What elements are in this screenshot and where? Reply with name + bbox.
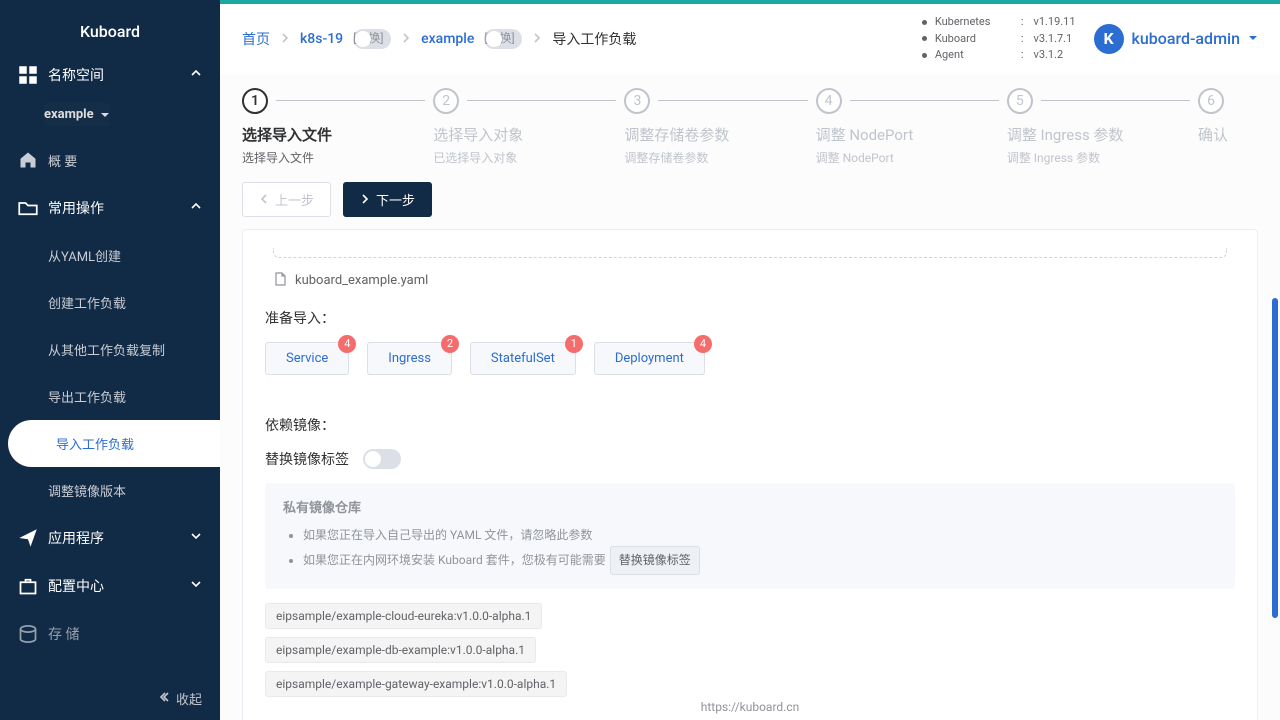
- breadcrumb-cluster[interactable]: k8s-19: [300, 31, 343, 47]
- menu-label: 应用程序: [48, 528, 104, 548]
- folder-icon: [18, 198, 38, 218]
- user-name: kuboard-admin: [1132, 29, 1240, 48]
- content: 1 选择导入文件 选择导入文件 2 选择导入对象 已选择导入对象 3 调整存储卷…: [220, 74, 1280, 720]
- menu-yaml-create[interactable]: 从YAML创建: [0, 232, 220, 279]
- tag-ingress[interactable]: Ingress2: [367, 342, 452, 375]
- menu-common-ops[interactable]: 常用操作: [0, 184, 220, 232]
- resource-tags: Service4 Ingress2 StatefulSet1 Deploymen…: [265, 342, 1235, 375]
- briefcase-icon: [18, 576, 38, 596]
- menu-label: 名称空间: [48, 65, 104, 85]
- image-tag: eipsample/example-cloud-eureka:v1.0.0-al…: [265, 603, 542, 629]
- sidebar: Kuboard 名称空间 example 概 要 常用操作 从YAML创建 创建…: [0, 0, 220, 720]
- sidebar-collapse[interactable]: 收起: [0, 677, 220, 720]
- avatar: K: [1094, 24, 1124, 54]
- menu-apps[interactable]: 应用程序: [0, 514, 220, 562]
- database-icon: [18, 624, 38, 644]
- tag-statefulset[interactable]: StatefulSet1: [470, 342, 576, 375]
- send-icon: [18, 528, 38, 548]
- menu-label: 配置中心: [48, 576, 104, 596]
- chevron-down-icon: [190, 530, 202, 546]
- badge: 1: [565, 335, 583, 353]
- next-button[interactable]: 下一步: [343, 182, 432, 217]
- badge: 4: [338, 335, 356, 353]
- tag-deployment[interactable]: Deployment4: [594, 342, 705, 375]
- menu-storage[interactable]: 存 储: [0, 610, 220, 658]
- namespace-selector[interactable]: example: [44, 103, 110, 126]
- breadcrumb-home[interactable]: 首页: [242, 29, 270, 49]
- info-title: 私有镜像仓库: [283, 497, 1217, 516]
- grid-icon: [18, 65, 38, 85]
- menu-import-workload[interactable]: 导入工作负载: [8, 420, 220, 467]
- chevron-down-icon: [190, 578, 202, 594]
- chevron-right-icon: [532, 31, 542, 47]
- breadcrumb-namespace[interactable]: example: [421, 31, 474, 47]
- main: 首页 k8s-19 [切换] example [切换] 导入工作负载 Kuber…: [220, 0, 1280, 720]
- menu-overview[interactable]: 概 要: [0, 136, 220, 184]
- menu-namespace-group[interactable]: 名称空间: [0, 51, 220, 99]
- version-info: Kubernetes:v1.19.11 Kuboard:v3.1.7.1 Age…: [922, 14, 1076, 64]
- menu-copy-workload[interactable]: 从其他工作负载复制: [0, 326, 220, 373]
- document-icon: [273, 272, 287, 290]
- scrollbar[interactable]: [1272, 298, 1278, 638]
- depend-label: 依赖镜像：: [265, 415, 1235, 435]
- collapse-icon: [158, 691, 170, 707]
- private-registry-info: 私有镜像仓库 如果您正在导入自己导出的 YAML 文件，请忽略此参数 如果您正在…: [265, 483, 1235, 590]
- home-icon: [18, 150, 38, 170]
- tag-service[interactable]: Service4: [265, 342, 349, 375]
- step-2: 2 选择导入对象 已选择导入对象: [433, 88, 624, 166]
- wizard-steps: 1 选择导入文件 选择导入文件 2 选择导入对象 已选择导入对象 3 调整存储卷…: [242, 88, 1258, 166]
- badge: 4: [694, 335, 712, 353]
- step-6: 6 确认: [1198, 88, 1258, 145]
- menu-label: 概 要: [48, 151, 77, 170]
- replace-image-toggle[interactable]: [363, 449, 401, 469]
- breadcrumb: 首页 k8s-19 [切换] example [切换] 导入工作负载: [242, 29, 636, 49]
- badge: 2: [441, 335, 459, 353]
- caret-down-icon: [1248, 31, 1258, 47]
- header: 首页 k8s-19 [切换] example [切换] 导入工作负载 Kuber…: [220, 4, 1280, 74]
- namespace-name: example: [44, 107, 94, 122]
- info-line: 如果您正在内网环境安装 Kuboard 套件，您极有可能需要替换镜像标签: [303, 546, 1217, 575]
- inline-tag[interactable]: 替换镜像标签: [610, 546, 700, 575]
- chevron-right-icon: [401, 31, 411, 47]
- file-name: kuboard_example.yaml: [295, 273, 428, 288]
- footer-link[interactable]: https://kuboard.cn: [701, 700, 800, 714]
- prev-button[interactable]: 上一步: [242, 182, 331, 217]
- prepare-label: 准备导入：: [265, 308, 1235, 328]
- info-line: 如果您正在导入自己导出的 YAML 文件，请忽略此参数: [303, 524, 1217, 547]
- user-menu[interactable]: K kuboard-admin: [1094, 24, 1258, 54]
- menu-label: 常用操作: [48, 198, 104, 218]
- menu-adjust-image[interactable]: 调整镜像版本: [0, 467, 220, 514]
- step-1: 1 选择导入文件 选择导入文件: [242, 88, 433, 166]
- uploaded-file[interactable]: kuboard_example.yaml: [273, 272, 1227, 290]
- upload-dropzone-edge: [273, 248, 1227, 258]
- chevron-up-icon: [190, 200, 202, 216]
- breadcrumb-switch-ns[interactable]: [切换]: [484, 29, 522, 49]
- menu-create-workload[interactable]: 创建工作负载: [0, 279, 220, 326]
- chevron-up-icon: [190, 67, 202, 83]
- breadcrumb-switch-cluster[interactable]: [切换]: [353, 29, 391, 49]
- image-tag: eipsample/example-gateway-example:v1.0.0…: [265, 671, 567, 697]
- image-tag: eipsample/example-db-example:v1.0.0-alph…: [265, 637, 536, 663]
- menu-label: 存 储: [48, 624, 79, 644]
- step-3: 3 调整存储卷参数 调整存储卷参数: [624, 88, 815, 166]
- menu-export-workload[interactable]: 导出工作负载: [0, 373, 220, 420]
- logo: Kuboard: [0, 4, 220, 51]
- breadcrumb-current: 导入工作负载: [552, 29, 636, 49]
- step-4: 4 调整 NodePort 调整 NodePort: [816, 88, 1007, 166]
- menu-config-center[interactable]: 配置中心: [0, 562, 220, 610]
- replace-label: 替换镜像标签: [265, 449, 349, 469]
- step-5: 5 调整 Ingress 参数 调整 Ingress 参数: [1007, 88, 1198, 166]
- caret-down-icon: [100, 110, 110, 120]
- chevron-right-icon: [280, 31, 290, 47]
- import-card: kuboard_example.yaml 准备导入： Service4 Ingr…: [242, 229, 1258, 720]
